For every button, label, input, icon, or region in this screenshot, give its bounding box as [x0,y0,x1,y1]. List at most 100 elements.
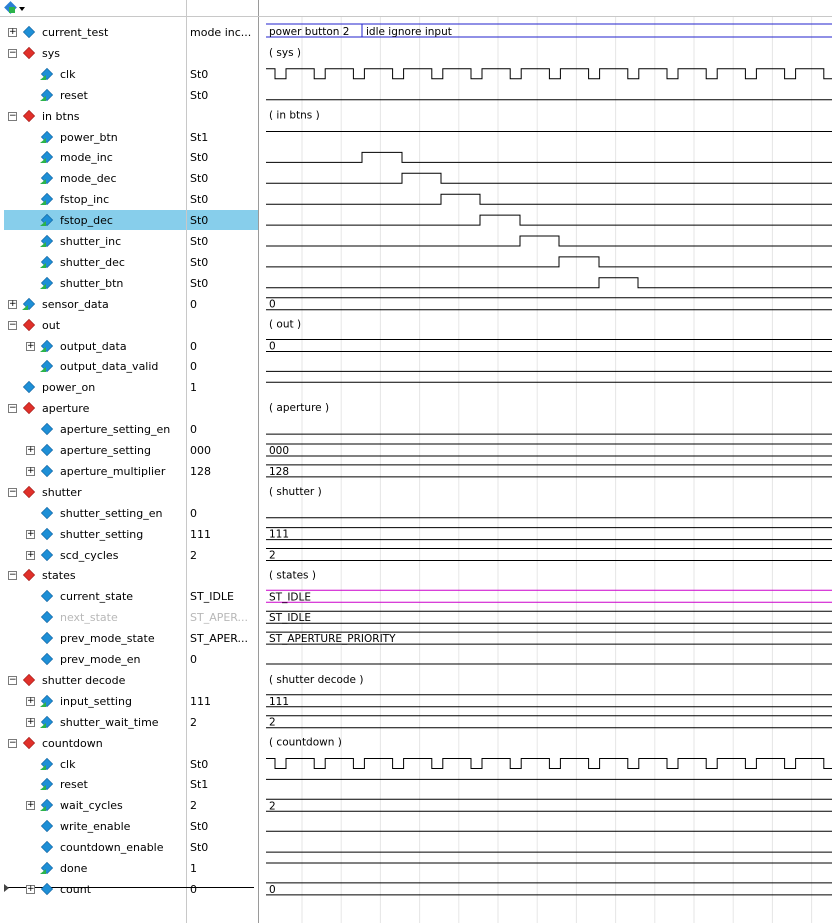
signal-name[interactable]: countdown [42,733,103,754]
signal-name[interactable]: next_state [60,607,118,628]
collapse-icon[interactable]: − [8,404,17,413]
signal-diamond-icon [40,192,54,206]
signal-name[interactable]: shutter_wait_time [60,712,159,733]
collapse-icon[interactable]: − [8,49,17,58]
signal-name[interactable]: aperture [42,398,89,419]
expand-icon[interactable]: + [8,300,17,309]
signal-diamond-icon [22,297,36,311]
collapse-icon[interactable]: − [8,676,17,685]
signal-value: St0 [190,89,209,102]
signal-name[interactable]: count [60,879,91,900]
signal-diamond-icon [40,819,54,833]
signal-value: ST_APER... [190,611,249,624]
signal-name[interactable]: reset [60,774,88,795]
group-wave-label: ( sys ) [269,47,301,59]
signal-name[interactable]: mode_inc [60,147,113,168]
signal-wave [266,172,832,184]
signal-diamond-icon [40,359,54,373]
collapse-icon[interactable]: − [8,739,17,748]
signal-name[interactable]: shutter_setting_en [60,503,162,524]
signal-name[interactable]: shutter decode [42,670,125,691]
signal-value: 0 [190,298,197,311]
signal-diamond-icon [22,25,36,39]
expand-icon[interactable]: + [26,697,35,706]
signal-name[interactable]: shutter [42,482,82,503]
signal-name[interactable]: reset [60,85,88,106]
signal-name[interactable]: out [42,315,60,336]
expand-icon[interactable]: + [8,28,17,37]
expand-icon[interactable]: + [26,718,35,727]
expand-icon[interactable]: + [26,446,35,455]
group-wave-label: ( out ) [269,319,301,331]
signal-name[interactable]: scd_cycles [60,545,118,566]
signal-name[interactable]: output_data_valid [60,356,158,377]
signal-name[interactable]: aperture_setting_en [60,419,170,440]
group-wave-label: ( aperture ) [269,402,329,414]
expand-icon[interactable]: + [26,885,35,894]
signal-diamond-icon [40,130,54,144]
signal-name[interactable]: shutter_dec [60,252,125,273]
signal-value: 0 [190,340,197,353]
signal-name[interactable]: output_data [60,336,127,357]
signal-value: 0 [190,507,197,520]
signal-name[interactable]: aperture_multiplier [60,461,165,482]
signal-name[interactable]: in btns [42,106,80,127]
signal-name[interactable]: power_on [42,377,95,398]
signal-name[interactable]: write_enable [60,816,130,837]
group-diamond-icon [22,736,36,750]
signal-diamond-icon [40,67,54,81]
signal-name[interactable]: power_btn [60,127,118,148]
bus-wave-value: 0 [269,299,276,311]
group-wave-label: ( shutter decode ) [269,674,363,686]
expand-icon[interactable]: + [26,551,35,560]
signal-name[interactable]: states [42,565,76,586]
signal-name[interactable]: current_state [60,586,133,607]
signal-wave [266,214,832,226]
bus-wave-value: 2 [269,550,276,562]
signal-name[interactable]: shutter_inc [60,231,121,252]
signal-name[interactable]: clk [60,64,75,85]
signal-name[interactable]: fstop_dec [60,210,113,231]
signal-diamond-icon [40,757,54,771]
signal-diamond-icon [40,150,54,164]
signal-value: St1 [190,778,209,791]
collapse-icon[interactable]: − [8,112,17,121]
bus-wave-value: 000 [269,445,289,457]
signal-name[interactable]: current_test [42,22,108,43]
clock-wave [266,68,832,80]
signal-name[interactable]: prev_mode_en [60,649,140,670]
expand-icon[interactable]: + [26,342,35,351]
signal-value: St0 [190,256,209,269]
signal-name[interactable]: countdown_enable [60,837,164,858]
group-wave-label: ( states ) [269,569,316,581]
bus-wave-value: ST_APERTURE_PRIORITY [269,633,396,645]
signal-name[interactable]: clk [60,754,75,775]
signal-name[interactable]: done [60,858,87,879]
expand-icon[interactable]: + [26,530,35,539]
signal-name[interactable]: input_setting [60,691,132,712]
waveform-panel[interactable]: power button 2 idle ignore input ( sys ) ( … [258,0,832,923]
expand-icon[interactable]: + [26,467,35,476]
collapse-icon[interactable]: − [8,488,17,497]
signal-name[interactable]: aperture_setting [60,440,151,461]
signal-name[interactable]: sys [42,43,60,64]
signal-name[interactable]: fstop_inc [60,189,109,210]
signal-diamond-icon [40,234,54,248]
expand-icon[interactable]: + [26,801,35,810]
collapse-icon[interactable]: − [8,321,17,330]
signal-diamond-icon [40,777,54,791]
signal-name[interactable]: wait_cycles [60,795,123,816]
collapse-icon[interactable]: − [8,571,17,580]
signal-name[interactable]: mode_dec [60,168,117,189]
signal-value: St0 [190,68,209,81]
signal-value: 0 [190,883,197,896]
bus-wave-value: power button 2 [269,26,349,38]
signal-name[interactable]: shutter_btn [60,273,123,294]
signal-diamond-icon [40,422,54,436]
signal-name[interactable]: shutter_setting [60,524,143,545]
signal-name[interactable]: sensor_data [42,294,109,315]
scroll-arrow-icon[interactable] [4,884,9,892]
group-wave-label: ( in btns ) [269,110,320,122]
signal-name[interactable]: prev_mode_state [60,628,155,649]
group-wave-label: ( countdown ) [269,737,342,749]
